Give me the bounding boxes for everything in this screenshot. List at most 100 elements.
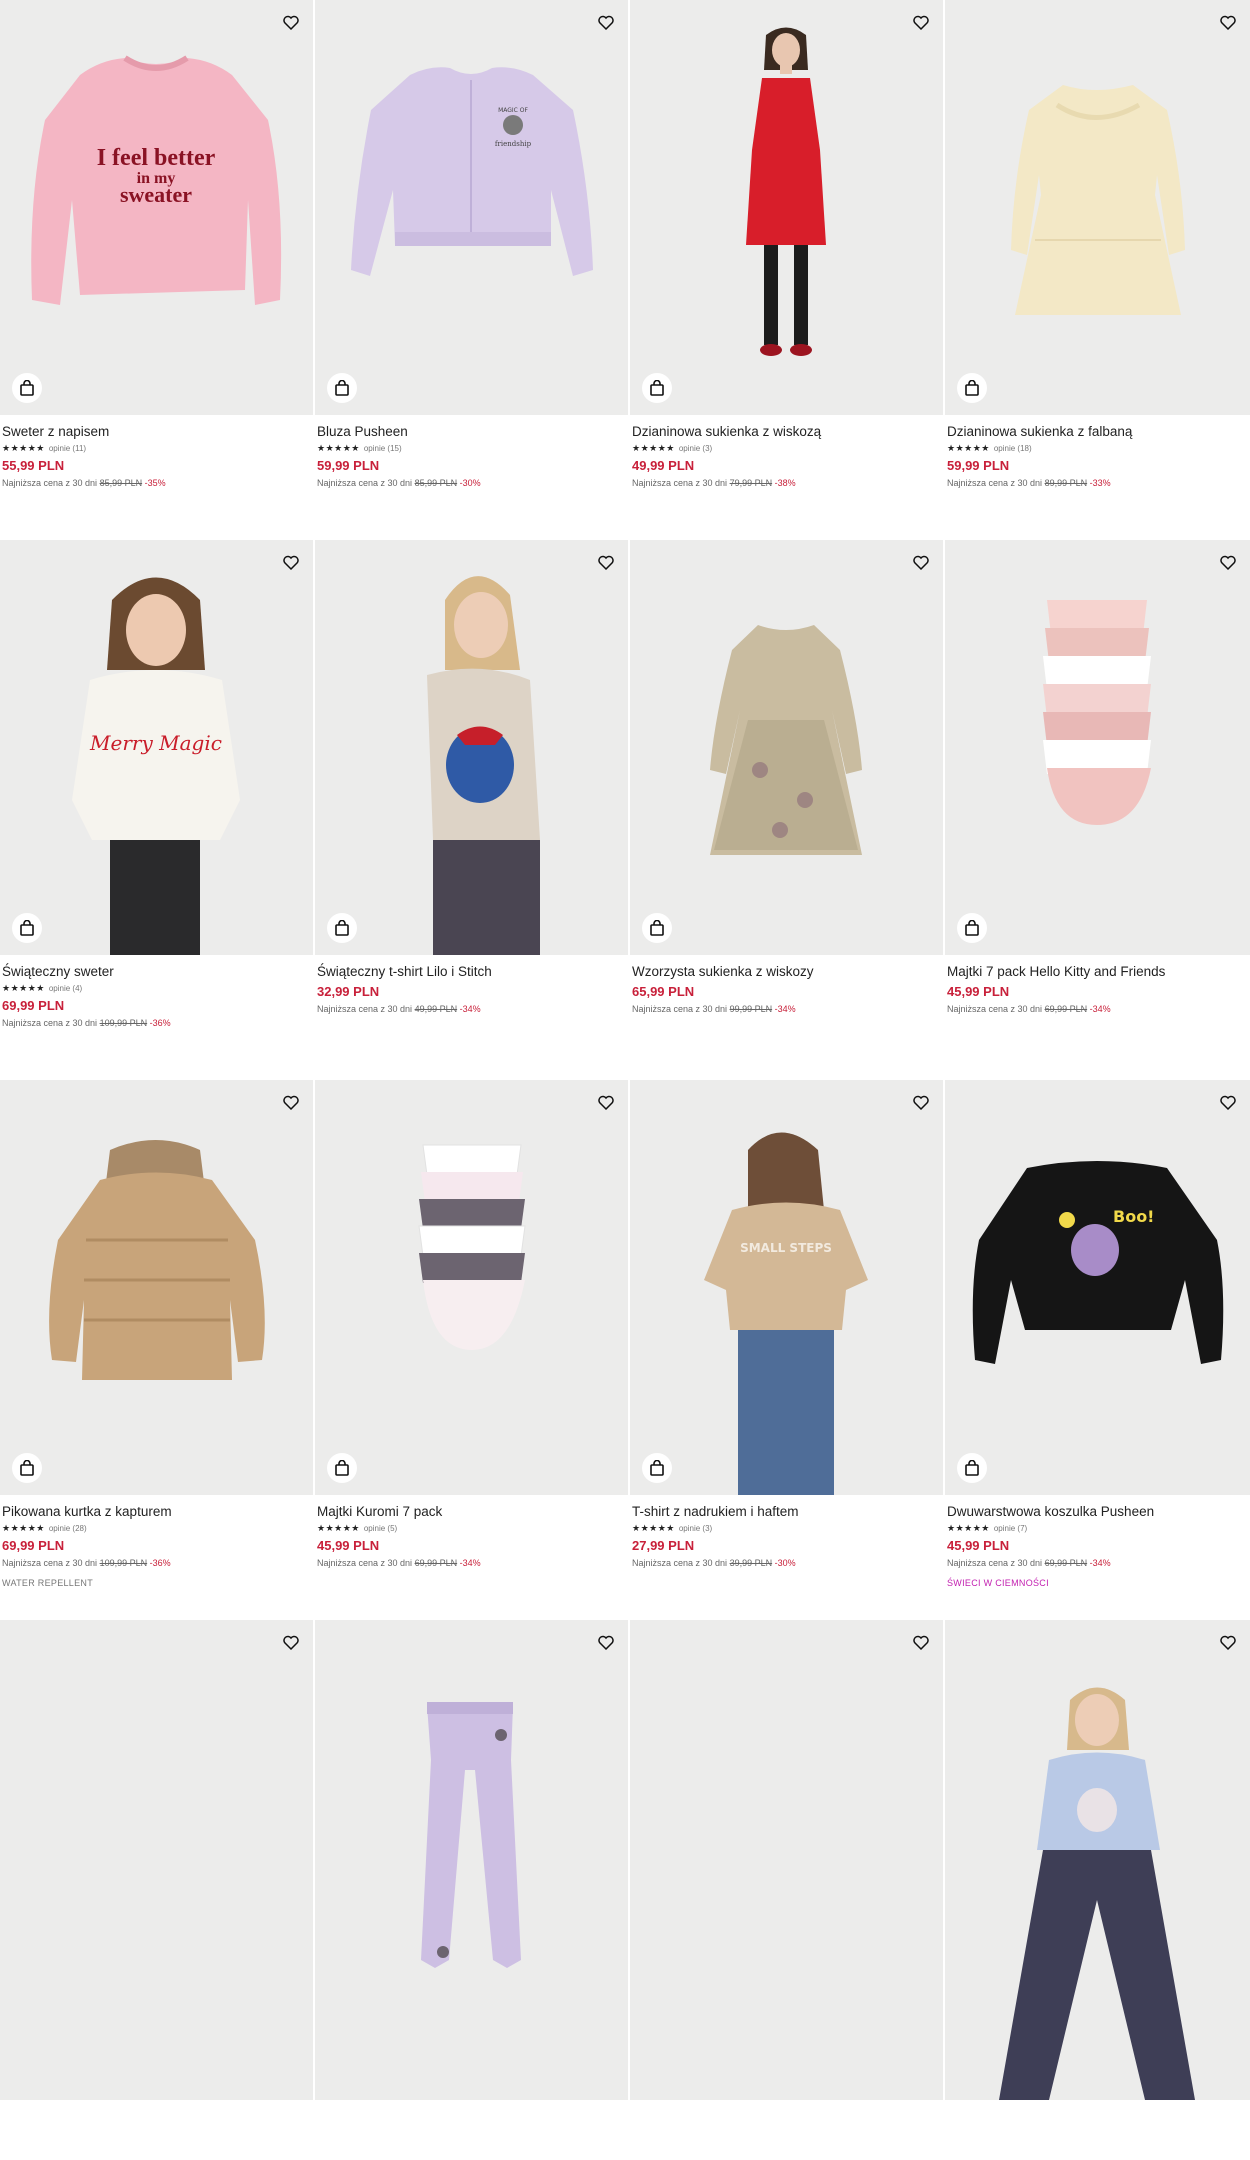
product-image[interactable]	[315, 540, 628, 955]
heart-icon[interactable]	[1216, 1090, 1240, 1114]
discount-badge: -34%	[459, 1004, 481, 1014]
review-count[interactable]: opinie (3)	[679, 1523, 712, 1534]
product-card[interactable]: Merry Magic Świąteczny sweter ★★★★★ opini…	[0, 540, 313, 1080]
lowest-price-label: Najniższa cena z 30 dni	[2, 1558, 98, 1568]
shopping-bag-icon[interactable]	[957, 1453, 987, 1483]
heart-icon[interactable]	[1216, 550, 1240, 574]
product-title[interactable]: Sweter z napisem	[2, 423, 311, 440]
product-title[interactable]: Majtki Kuromi 7 pack	[317, 1503, 626, 1520]
product-title[interactable]: Majtki 7 pack Hello Kitty and Friends	[947, 963, 1248, 980]
product-card[interactable]	[315, 1620, 628, 2160]
product-image[interactable]: Boo!	[945, 1080, 1250, 1495]
shopping-bag-icon[interactable]	[327, 373, 357, 403]
product-card[interactable]: Boo! Dwuwarstwowa koszulka Pusheen ★★★★★…	[945, 1080, 1250, 1620]
product-card[interactable]: Pikowana kurtka z kapturem ★★★★★ opinie (…	[0, 1080, 313, 1620]
shopping-bag-icon[interactable]	[12, 373, 42, 403]
shopping-bag-icon[interactable]	[642, 1453, 672, 1483]
lowest-price-label: Najniższa cena z 30 dni	[2, 478, 98, 488]
product-image[interactable]	[315, 1080, 628, 1495]
product-card[interactable]: MAGIC OF friendship Bluza Pusheen ★★★★★ o…	[315, 0, 628, 540]
product-image[interactable]	[945, 1620, 1250, 2100]
shopping-bag-icon[interactable]	[327, 913, 357, 943]
heart-icon[interactable]	[279, 10, 303, 34]
review-count[interactable]: opinie (15)	[364, 443, 402, 454]
product-image[interactable]: Merry Magic	[0, 540, 313, 955]
feature-tag: ŚWIECI W CIEMNOŚCI	[947, 1578, 1049, 1588]
product-card[interactable]: Majtki 7 pack Hello Kitty and Friends 45…	[945, 540, 1250, 1080]
product-title[interactable]: Dzianinowa sukienka z falbaną	[947, 423, 1248, 440]
product-image[interactable]	[630, 540, 943, 955]
lowest-price-label: Najniższa cena z 30 dni	[947, 1004, 1043, 1014]
product-card[interactable]	[0, 1620, 313, 2160]
shopping-bag-icon[interactable]	[642, 913, 672, 943]
product-card[interactable]: Świąteczny t-shirt Lilo i Stitch 32,99 P…	[315, 540, 628, 1080]
heart-icon[interactable]	[279, 550, 303, 574]
product-title[interactable]: T-shirt z nadrukiem i haftem	[632, 1503, 941, 1520]
product-image[interactable]: SMALL STEPS	[630, 1080, 943, 1495]
heart-icon[interactable]	[909, 550, 933, 574]
product-title[interactable]: Dwuwarstwowa koszulka Pusheen	[947, 1503, 1248, 1520]
product-title[interactable]: Dzianinowa sukienka z wiskozą	[632, 423, 941, 440]
shopping-bag-icon[interactable]	[957, 373, 987, 403]
heart-icon[interactable]	[1216, 1630, 1240, 1654]
discount-badge: -34%	[1089, 1004, 1111, 1014]
product-price: 32,99 PLN	[317, 984, 380, 999]
review-count[interactable]: opinie (18)	[994, 443, 1032, 454]
heart-icon[interactable]	[909, 10, 933, 34]
shopping-bag-icon[interactable]	[957, 913, 987, 943]
product-image[interactable]	[0, 1620, 313, 2100]
review-count[interactable]: opinie (5)	[364, 1523, 397, 1534]
product-card[interactable]	[630, 1620, 943, 2160]
product-image[interactable]	[630, 0, 943, 415]
review-count[interactable]: opinie (11)	[49, 443, 86, 454]
product-title[interactable]: Świąteczny t-shirt Lilo i Stitch	[317, 963, 626, 980]
heart-icon[interactable]	[909, 1090, 933, 1114]
discount-badge: -38%	[774, 478, 796, 488]
lowest-price-label: Najniższa cena z 30 dni	[947, 478, 1043, 488]
product-card[interactable]: SMALL STEPS T-shirt z nadrukiem i haftem…	[630, 1080, 943, 1620]
product-title[interactable]: Bluza Pusheen	[317, 423, 626, 440]
product-card[interactable]	[945, 1620, 1250, 2160]
lowest-price-label: Najniższa cena z 30 dni	[2, 1018, 98, 1028]
product-image[interactable]: I feel better in my sweater	[0, 0, 313, 415]
discount-badge: -36%	[149, 1018, 171, 1028]
product-image[interactable]	[945, 540, 1250, 955]
review-count[interactable]: opinie (4)	[49, 983, 82, 994]
product-card[interactable]: I feel better in my sweater Sweter z nap…	[0, 0, 313, 540]
product-card[interactable]: Majtki Kuromi 7 pack ★★★★★ opinie (5) 45,…	[315, 1080, 628, 1620]
product-price: 55,99 PLN	[2, 458, 65, 473]
product-image[interactable]	[945, 0, 1250, 415]
product-image[interactable]	[630, 1620, 943, 2100]
heart-icon[interactable]	[594, 1630, 618, 1654]
shopping-bag-icon[interactable]	[12, 1453, 42, 1483]
product-title[interactable]: Świąteczny sweter	[2, 963, 311, 980]
heart-icon[interactable]	[279, 1090, 303, 1114]
shopping-bag-icon[interactable]	[642, 373, 672, 403]
product-title[interactable]: Pikowana kurtka z kapturem	[2, 1503, 311, 1520]
product-image[interactable]	[0, 1080, 313, 1495]
heart-icon[interactable]	[1216, 10, 1240, 34]
review-count[interactable]: opinie (7)	[994, 1523, 1027, 1534]
old-price: 69,99 PLN	[1044, 1558, 1088, 1568]
old-price: 99,99 PLN	[729, 1004, 773, 1014]
shopping-bag-icon[interactable]	[327, 1453, 357, 1483]
product-price: 49,99 PLN	[632, 458, 695, 473]
review-count[interactable]: opinie (3)	[679, 443, 712, 454]
product-image[interactable]	[315, 1620, 628, 2100]
product-card[interactable]: Dzianinowa sukienka z falbaną ★★★★★ opini…	[945, 0, 1250, 540]
heart-icon[interactable]	[594, 550, 618, 574]
product-price: 27,99 PLN	[632, 1538, 695, 1553]
product-card[interactable]: Dzianinowa sukienka z wiskozą ★★★★★ opini…	[630, 0, 943, 540]
heart-icon[interactable]	[909, 1630, 933, 1654]
product-title[interactable]: Wzorzysta sukienka z wiskozy	[632, 963, 941, 980]
shopping-bag-icon[interactable]	[12, 913, 42, 943]
star-icon: ★★★★★	[947, 443, 990, 453]
product-image[interactable]: MAGIC OF friendship	[315, 0, 628, 415]
lowest-price-label: Najniższa cena z 30 dni	[317, 1004, 413, 1014]
product-card[interactable]: Wzorzysta sukienka z wiskozy 65,99 PLN N…	[630, 540, 943, 1080]
product-price: 45,99 PLN	[947, 1538, 1010, 1553]
heart-icon[interactable]	[594, 1090, 618, 1114]
heart-icon[interactable]	[594, 10, 618, 34]
review-count[interactable]: opinie (28)	[49, 1523, 87, 1534]
heart-icon[interactable]	[279, 1630, 303, 1654]
